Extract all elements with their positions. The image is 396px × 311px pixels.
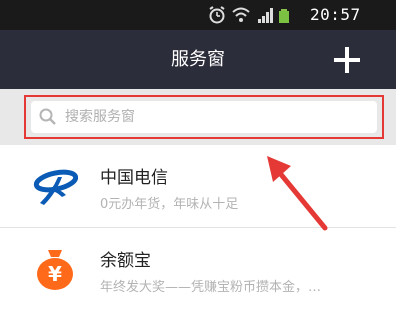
status-icons bbox=[209, 6, 289, 24]
service-name: 余额宝 bbox=[100, 251, 151, 271]
red-arrow-annotation bbox=[267, 156, 328, 231]
search-area: 搜索服务窗 bbox=[0, 89, 396, 145]
highlight-box bbox=[24, 95, 384, 139]
signal-icon bbox=[258, 8, 273, 23]
alarm-icon bbox=[209, 6, 225, 24]
yuebao-logo: ¥ bbox=[37, 250, 73, 290]
list-item[interactable]: ¥ 余额宝 年终发大奖——凭赚宝粉币攒本金，… bbox=[0, 228, 396, 311]
service-description: 年终发大奖——凭赚宝粉币攒本金，… bbox=[100, 280, 322, 295]
service-name: 中国电信 bbox=[100, 168, 168, 188]
add-button[interactable] bbox=[334, 47, 360, 73]
status-bar: 20:57 bbox=[0, 0, 396, 30]
header-bar: 服务窗 bbox=[0, 30, 396, 89]
status-time: 20:57 bbox=[310, 5, 361, 24]
china-telecom-logo bbox=[33, 169, 78, 205]
wifi-icon bbox=[232, 7, 250, 22]
svg-text:¥: ¥ bbox=[48, 262, 62, 286]
battery-icon bbox=[279, 9, 289, 23]
